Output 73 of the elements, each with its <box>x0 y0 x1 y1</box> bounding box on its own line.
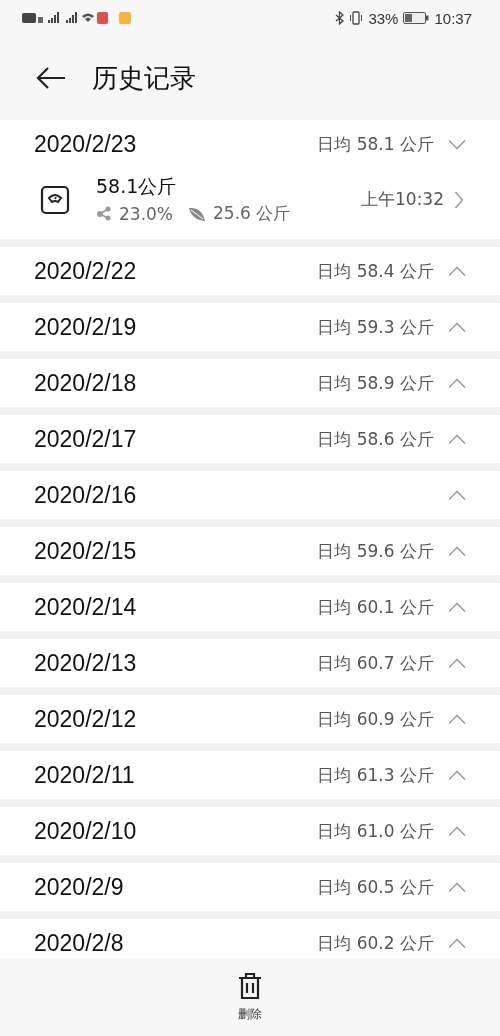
clock: 10:37 <box>434 9 472 27</box>
body-fat-value: 23.0% <box>119 203 173 224</box>
scale-icon <box>40 184 70 215</box>
vibrate-icon <box>349 11 364 25</box>
daily-average: 日均 61.3 公斤 <box>317 763 434 787</box>
date-label: 2020/2/9 <box>34 873 124 901</box>
expand-chevron-icon[interactable] <box>448 433 466 445</box>
expand-chevron-icon[interactable] <box>448 489 466 501</box>
battery-percent: 33% <box>368 9 399 27</box>
date-label: 2020/2/15 <box>34 537 137 565</box>
expand-chevron-icon[interactable] <box>448 825 466 837</box>
record-item[interactable]: 58.1公斤 23.0% 25.6 公斤 上午10:32 <box>0 168 500 239</box>
daily-average: 日均 58.6 公斤 <box>317 427 434 451</box>
delete-button[interactable]: 删除 <box>233 967 267 1027</box>
molecule-icon <box>96 206 112 221</box>
date-label: 2020/2/23 <box>34 130 137 158</box>
day-header[interactable]: 2020/2/16 <box>0 471 500 519</box>
day-header[interactable]: 2020/2/13 日均 60.7 公斤 <box>0 639 500 687</box>
expand-chevron-icon[interactable] <box>448 937 466 949</box>
date-label: 2020/2/8 <box>34 929 124 957</box>
day-header[interactable]: 2020/2/18 日均 58.9 公斤 <box>0 359 500 407</box>
daily-average: 日均 60.5 公斤 <box>317 875 434 899</box>
date-label: 2020/2/13 <box>34 649 137 677</box>
date-label: 2020/2/17 <box>34 425 137 453</box>
day-header[interactable]: 2020/2/23 日均 58.1 公斤 <box>0 120 500 168</box>
date-label: 2020/2/16 <box>34 481 137 509</box>
day-header[interactable]: 2020/2/9 日均 60.5 公斤 <box>0 863 500 911</box>
leaf-icon <box>188 205 206 222</box>
day-header[interactable]: 2020/2/17 日均 58.6 公斤 <box>0 415 500 463</box>
expand-chevron-icon[interactable] <box>448 601 466 613</box>
daily-average: 日均 60.2 公斤 <box>317 931 434 955</box>
record-time: 上午10:32 <box>361 188 444 211</box>
weight-value: 58.1公斤 <box>96 174 178 199</box>
day-header[interactable]: 2020/2/14 日均 60.1 公斤 <box>0 583 500 631</box>
expand-chevron-icon[interactable] <box>448 881 466 893</box>
daily-average: 日均 60.7 公斤 <box>317 651 434 675</box>
date-label: 2020/2/22 <box>34 257 137 285</box>
expand-chevron-icon[interactable] <box>448 321 466 333</box>
date-label: 2020/2/12 <box>34 705 137 733</box>
expand-chevron-icon[interactable] <box>448 545 466 557</box>
date-label: 2020/2/19 <box>34 313 137 341</box>
bluetooth-icon <box>335 11 345 25</box>
trash-icon <box>237 971 263 1000</box>
date-label: 2020/2/11 <box>34 761 135 789</box>
expand-chevron-icon[interactable] <box>448 265 466 277</box>
day-header[interactable]: 2020/2/19 日均 59.3 公斤 <box>0 303 500 351</box>
chevron-right-icon <box>454 190 464 209</box>
date-label: 2020/2/18 <box>34 369 137 397</box>
day-header[interactable]: 2020/2/11 日均 61.3 公斤 <box>0 751 500 799</box>
expand-chevron-icon[interactable] <box>448 713 466 725</box>
daily-average: 日均 59.6 公斤 <box>317 539 434 563</box>
day-header[interactable]: 2020/2/15 日均 59.6 公斤 <box>0 527 500 575</box>
collapse-chevron-icon[interactable] <box>448 138 466 150</box>
muscle-value: 25.6 公斤 <box>213 202 291 225</box>
day-header[interactable]: 2020/2/12 日均 60.9 公斤 <box>0 695 500 743</box>
expand-chevron-icon[interactable] <box>448 657 466 669</box>
daily-average: 日均 58.4 公斤 <box>317 259 434 283</box>
daily-average: 日均 61.0 公斤 <box>317 819 434 843</box>
expand-chevron-icon[interactable] <box>448 769 466 781</box>
daily-average: 日均 59.3 公斤 <box>317 315 434 339</box>
day-header[interactable]: 2020/2/22 日均 58.4 公斤 <box>0 247 500 295</box>
date-label: 2020/2/14 <box>34 593 137 621</box>
page-title: 历史记录 <box>92 61 196 95</box>
date-label: 2020/2/10 <box>34 817 137 845</box>
expand-chevron-icon[interactable] <box>448 377 466 389</box>
daily-average: 日均 60.9 公斤 <box>317 707 434 731</box>
daily-average: 日均 58.1 公斤 <box>317 132 434 156</box>
daily-average: 日均 58.9 公斤 <box>317 371 434 395</box>
notification-icon <box>119 12 131 24</box>
battery-icon <box>403 12 430 24</box>
daily-average: 日均 60.1 公斤 <box>317 595 434 619</box>
day-header[interactable]: 2020/2/8 日均 60.2 公斤 <box>0 919 500 958</box>
day-header[interactable]: 2020/2/10 日均 61.0 公斤 <box>0 807 500 855</box>
